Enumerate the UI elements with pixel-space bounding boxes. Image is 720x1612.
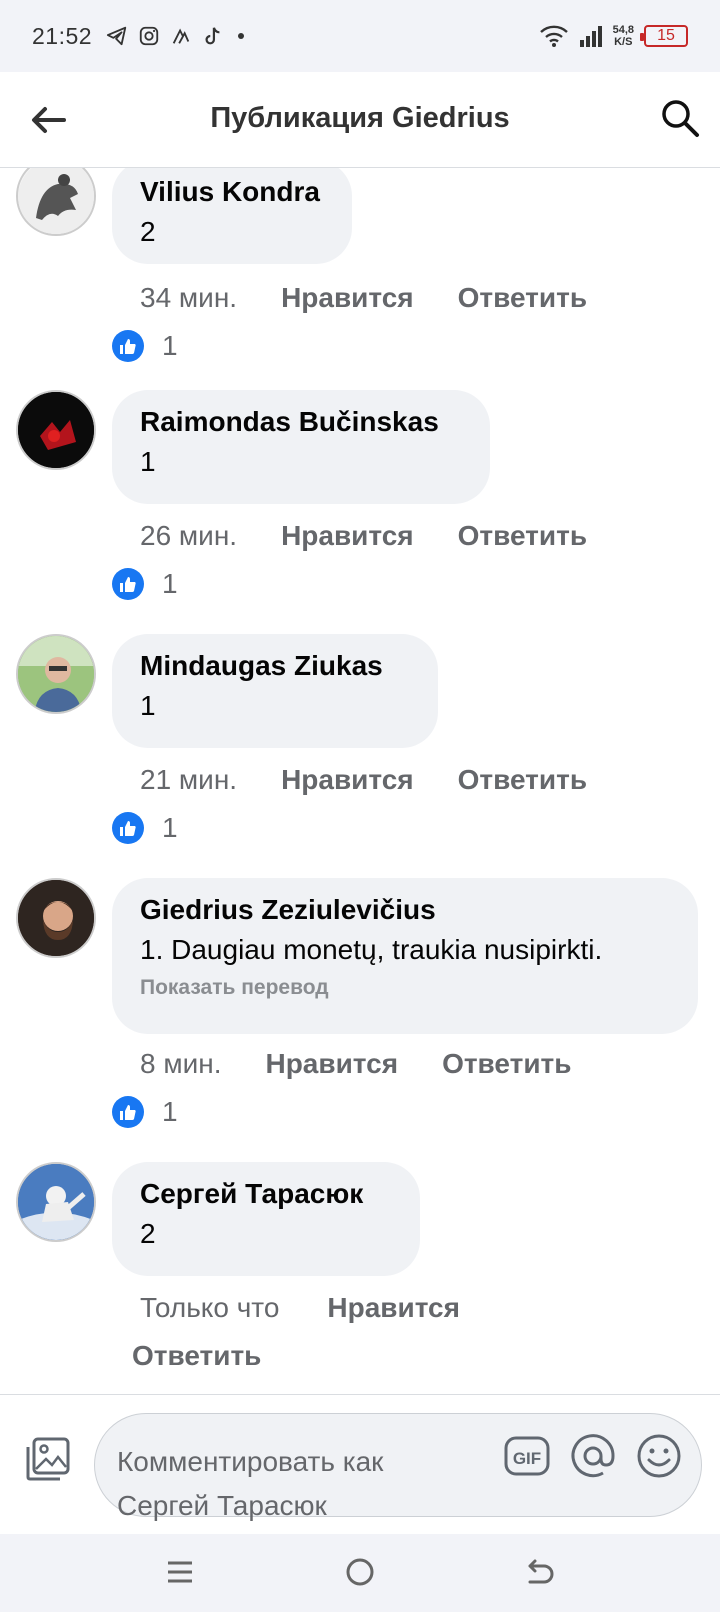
avatar[interactable] bbox=[16, 390, 96, 470]
comment-author[interactable]: Raimondas Bučinskas bbox=[140, 402, 462, 442]
recent-apps-button[interactable] bbox=[156, 1550, 204, 1594]
home-icon bbox=[346, 1558, 374, 1586]
photo-icon bbox=[26, 1437, 70, 1481]
system-nav-bar bbox=[0, 1534, 720, 1612]
reaction-count[interactable]: 1 bbox=[112, 1096, 178, 1128]
svg-text:GIF: GIF bbox=[513, 1449, 541, 1468]
like-button[interactable]: Нравится bbox=[265, 1048, 398, 1080]
like-count: 1 bbox=[162, 1096, 178, 1127]
net-speed: 54,8 K/S bbox=[613, 24, 634, 48]
thumbs-up-icon bbox=[112, 568, 144, 600]
search-icon bbox=[662, 100, 699, 137]
comment-input[interactable]: Комментировать как Сергей Тарасюк GIF bbox=[94, 1413, 702, 1521]
comment-bubble[interactable]: Giedrius Zeziulevičius 1. Daugiau monetų… bbox=[112, 878, 698, 1034]
status-bar: 21:52 54,8 K/S 15 bbox=[0, 0, 720, 72]
reply-button[interactable]: Ответить bbox=[458, 764, 587, 796]
comment-actions-overflow: Ответить bbox=[132, 1340, 261, 1372]
comment-bubble[interactable]: Сергей Тарасюк 2 bbox=[112, 1162, 420, 1276]
emoji-icon bbox=[637, 1434, 681, 1478]
emoji-button[interactable] bbox=[635, 1432, 683, 1480]
comment-text: 2 bbox=[140, 216, 156, 247]
thumbs-up-icon bbox=[112, 330, 144, 362]
wifi-icon bbox=[539, 25, 568, 47]
home-button[interactable] bbox=[336, 1550, 384, 1594]
signal-icon bbox=[579, 26, 602, 47]
thumbs-up-icon bbox=[112, 1096, 144, 1128]
comments-list[interactable]: Vilius Kondra 2 34 мин. Нравится Ответит… bbox=[0, 168, 720, 1394]
avatar[interactable] bbox=[16, 1162, 96, 1242]
like-button[interactable]: Нравится bbox=[281, 282, 414, 314]
avatar[interactable] bbox=[16, 878, 96, 958]
comment-time: 26 мин. bbox=[140, 520, 238, 551]
page-title: Публикация Giedrius bbox=[210, 102, 510, 134]
net-speed-value: 54,8 bbox=[612, 24, 634, 36]
like-count: 1 bbox=[162, 812, 178, 843]
menu-icon bbox=[168, 1561, 192, 1583]
net-speed-unit: K/S bbox=[614, 36, 633, 48]
like-button[interactable]: Нравится bbox=[281, 520, 414, 552]
system-back-button[interactable] bbox=[516, 1550, 564, 1594]
search-button[interactable] bbox=[660, 98, 700, 142]
comment-actions: 26 мин. Нравится Ответить bbox=[140, 520, 587, 552]
comment-author[interactable]: Vilius Kondra bbox=[140, 172, 324, 212]
dot-icon bbox=[238, 33, 245, 39]
reply-button[interactable]: Ответить bbox=[442, 1048, 571, 1080]
gif-icon: GIF bbox=[504, 1436, 550, 1476]
avatar[interactable] bbox=[16, 634, 96, 714]
comment-bubble[interactable]: Vilius Kondra 2 bbox=[112, 168, 352, 264]
strava-icon bbox=[172, 28, 190, 44]
telegram-icon bbox=[106, 26, 127, 46]
add-photo-button[interactable] bbox=[24, 1435, 72, 1483]
tiktok-icon bbox=[205, 27, 220, 45]
comment-text: 1 bbox=[140, 690, 156, 721]
comment-time: 34 мин. bbox=[140, 282, 238, 313]
status-time: 21:52 bbox=[32, 22, 93, 49]
reaction-count[interactable]: 1 bbox=[112, 330, 178, 362]
avatar[interactable] bbox=[16, 168, 96, 236]
comment-actions: Только что Нравится bbox=[140, 1292, 460, 1324]
app-header: Публикация Giedrius bbox=[0, 72, 720, 168]
comment-composer: Комментировать как Сергей Тарасюк GIF bbox=[0, 1394, 720, 1534]
comment-actions: 21 мин. Нравится Ответить bbox=[140, 764, 587, 796]
comment-time: Только что bbox=[140, 1292, 280, 1323]
reply-button[interactable]: Ответить bbox=[458, 282, 587, 314]
reply-button[interactable]: Ответить bbox=[458, 520, 587, 552]
comment-author[interactable]: Сергей Тарасюк bbox=[140, 1174, 392, 1214]
comment-bubble[interactable]: Raimondas Bučinskas 1 bbox=[112, 390, 490, 504]
reaction-count[interactable]: 1 bbox=[112, 812, 178, 844]
like-button[interactable]: Нравится bbox=[281, 764, 414, 796]
comment-time: 21 мин. bbox=[140, 764, 238, 795]
comment-author[interactable]: Giedrius Zeziulevičius bbox=[140, 890, 670, 930]
like-count: 1 bbox=[162, 568, 178, 599]
comment-input-placeholder: Комментировать как Сергей Тарасюк bbox=[117, 1446, 384, 1521]
comment-text: 1 bbox=[140, 446, 156, 477]
comment-actions: 8 мин. Нравится Ответить bbox=[140, 1048, 571, 1080]
comment-text: 1. Daugiau monetų, traukia nusipirkti. bbox=[140, 934, 603, 965]
battery-indicator: 15 bbox=[640, 25, 688, 47]
comment-bubble[interactable]: Mindaugas Ziukas 1 bbox=[112, 634, 438, 748]
comment-author[interactable]: Mindaugas Ziukas bbox=[140, 646, 410, 686]
like-count: 1 bbox=[162, 330, 178, 361]
like-button[interactable]: Нравится bbox=[327, 1292, 460, 1324]
thumbs-up-icon bbox=[112, 812, 144, 844]
reaction-count[interactable]: 1 bbox=[112, 568, 178, 600]
mention-button[interactable] bbox=[569, 1432, 617, 1480]
gif-button[interactable]: GIF bbox=[503, 1432, 551, 1480]
battery-level: 15 bbox=[657, 27, 675, 44]
reply-button[interactable]: Ответить bbox=[132, 1340, 261, 1372]
at-icon bbox=[571, 1434, 615, 1478]
comment-text: 2 bbox=[140, 1218, 156, 1249]
show-translation-link[interactable]: Показать перевод bbox=[140, 976, 670, 1000]
comment-time: 8 мин. bbox=[140, 1048, 222, 1079]
instagram-icon bbox=[139, 26, 159, 46]
comment-actions: 34 мин. Нравится Ответить bbox=[140, 282, 587, 314]
back-icon bbox=[528, 1559, 554, 1584]
